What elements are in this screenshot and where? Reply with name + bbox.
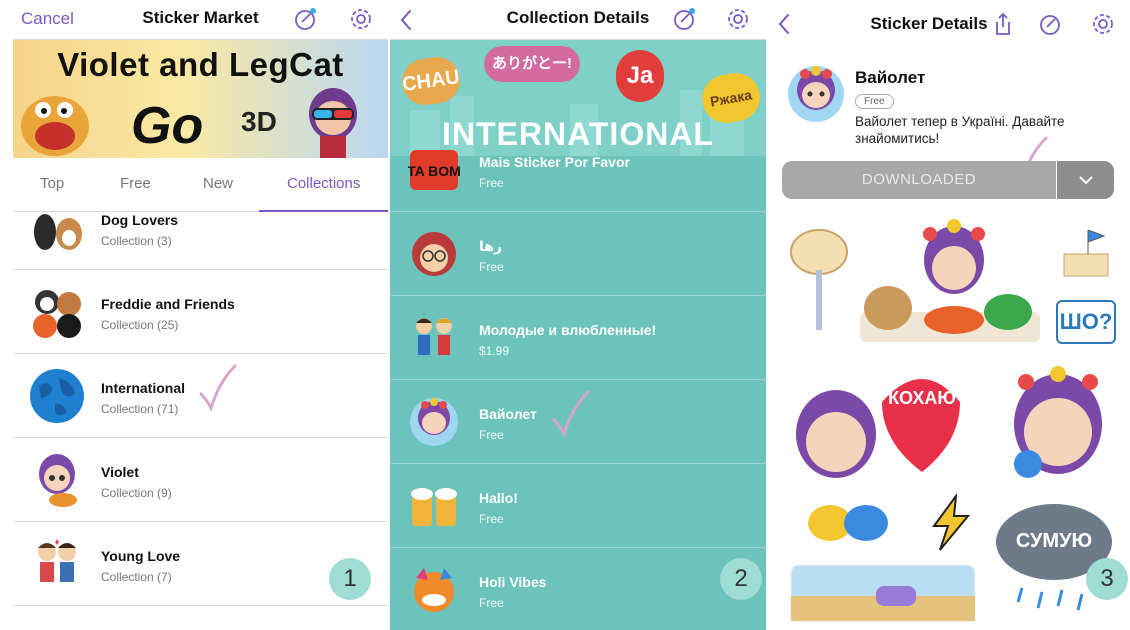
navbar: Cancel Sticker Market: [13, 0, 388, 40]
banner-3d-text: 3D: [241, 106, 277, 137]
globe-icon: [30, 369, 84, 423]
settings-gear-icon[interactable]: [725, 6, 751, 32]
pack-title: Вайолет: [855, 68, 926, 87]
speech-bubble-arigato: ありがとー!: [484, 46, 580, 82]
sticker-kohayu[interactable]: [782, 362, 992, 488]
pack-name: Holi Vibes: [479, 574, 547, 590]
page-title: Sticker Market: [142, 8, 259, 27]
ta-bom-logo-text: TA BOM: [408, 163, 460, 179]
sticker-flag-box[interactable]: [1058, 224, 1114, 282]
pack-price: $1.99: [479, 344, 510, 358]
list-item-freddie-and-friends[interactable]: Freddie and Friends Collection (25): [13, 270, 388, 354]
collection-name: Violet: [101, 464, 139, 480]
sticker-market-screen: Cancel Sticker Market Violet and LegCat …: [13, 0, 388, 630]
sticker-grid: ШО? КОХАЮ СУМУЮ: [778, 212, 1123, 630]
navbar: Collection Details: [390, 0, 766, 40]
pack-name: Hallo!: [479, 490, 518, 506]
couple-thumbnail: [416, 318, 452, 355]
sticker-violet-ball[interactable]: [998, 362, 1118, 492]
pack-description: Вайолет тепер в Україні. Давайте знайоми…: [855, 114, 1065, 146]
share-icon[interactable]: [990, 11, 1016, 37]
create-sticker-icon[interactable]: [672, 6, 698, 32]
violet-thumbnail: [39, 454, 77, 507]
ta-bom-thumbnail: TA BOM: [408, 150, 460, 190]
price-badge: Free: [855, 94, 894, 109]
pack-price: Free: [479, 596, 504, 610]
download-button[interactable]: DOWNLOADED: [782, 161, 1056, 199]
settings-gear-icon[interactable]: [1090, 11, 1116, 37]
pack-price: Free: [479, 176, 504, 190]
list-item-violet-ua[interactable]: Вайолет Free: [390, 380, 766, 464]
page-title: Sticker Details: [870, 14, 988, 33]
young-love-thumbnail: [38, 539, 76, 582]
step-number-badge: 3: [1086, 558, 1128, 600]
step-number-badge: 1: [329, 558, 371, 600]
violet-3d-character: [309, 88, 357, 158]
navbar: Sticker Details: [768, 0, 1130, 46]
pack-thumbnail: [788, 66, 844, 122]
pack-name: رها: [479, 238, 503, 254]
collection-details-screen: Collection Details CHAU ありがとー! Ja Ржака …: [390, 0, 766, 630]
speech-bubble-ja: Ja: [616, 50, 664, 102]
pack-name: Mais Sticker Por Favor: [479, 154, 630, 170]
sticker-violet-feast[interactable]: [858, 216, 1043, 346]
settings-gear-icon[interactable]: [348, 6, 374, 32]
list-item-raha[interactable]: رها Free: [390, 212, 766, 296]
pack-price: Free: [479, 428, 504, 442]
list-item-violet[interactable]: Violet Collection (9): [13, 438, 388, 522]
collection-count: Collection (7): [101, 570, 172, 584]
list-item-international[interactable]: International Collection (71): [13, 354, 388, 438]
legcat-character: [21, 96, 89, 156]
collection-count: Collection (25): [101, 318, 179, 332]
pack-name: Вайолет: [479, 406, 537, 422]
collection-name: International: [101, 380, 186, 396]
holi-vibes-thumbnail: [414, 568, 454, 612]
create-sticker-icon[interactable]: [293, 6, 319, 32]
promo-banner[interactable]: Violet and LegCat Go 3D: [13, 40, 388, 158]
collection-name: Young Love: [101, 548, 181, 564]
sticker-road-trip[interactable]: [790, 564, 976, 622]
beer-mugs-thumbnail: [411, 488, 457, 526]
sticker-kohayu-text: КОХАЮ: [888, 388, 956, 408]
sticker-fist-bump[interactable]: [794, 496, 904, 550]
violet-ua-thumbnail: [410, 398, 458, 446]
collection-name: Dog Lovers: [101, 212, 179, 228]
pack-name: Молодые и влюбленные!: [479, 322, 657, 338]
sticker-details-screen: Sticker Details Вайолет Free Вайолет теп…: [768, 0, 1130, 630]
raha-thumbnail: [412, 232, 456, 276]
list-item-dog-lovers[interactable]: Dog Lovers Collection (3): [13, 186, 388, 270]
step-number-badge: 2: [720, 558, 762, 600]
checkmark-icon: [199, 364, 237, 412]
collection-name: Freddie and Friends: [101, 296, 235, 312]
sticker-sumuyu-text: СУМУЮ: [1015, 530, 1093, 552]
list-item-young-in-love[interactable]: Молодые и влюбленные! $1.99: [390, 296, 766, 380]
banner-go-text: Go: [131, 97, 204, 155]
freddie-and-friends-thumbnail: [33, 290, 81, 338]
sticker-dumpling-fork[interactable]: [788, 222, 850, 332]
create-sticker-icon[interactable]: [1038, 11, 1064, 37]
collection-count: Collection (3): [101, 234, 172, 248]
pack-price: Free: [479, 512, 504, 526]
sticker-sho[interactable]: ШО?: [1056, 300, 1116, 344]
dog-lovers-thumbnail: [34, 214, 82, 250]
list-item-hallo[interactable]: Hallo! Free: [390, 464, 766, 548]
list-item-mais-sticker[interactable]: TA BOM Mais Sticker Por Favor Free: [390, 128, 766, 212]
checkmark-icon: [552, 390, 590, 438]
collection-count: Collection (71): [101, 402, 179, 416]
pack-price: Free: [479, 260, 504, 274]
chevron-down-icon: [1079, 176, 1093, 185]
collection-count: Collection (9): [101, 486, 172, 500]
list-item-holi-vibes[interactable]: Holi Vibes Free: [390, 548, 766, 630]
download-options-button[interactable]: [1057, 161, 1114, 199]
page-title: Collection Details: [506, 8, 650, 27]
list-item-young-love[interactable]: Young Love Collection (7): [13, 522, 388, 606]
sticker-lightning[interactable]: [924, 494, 978, 552]
